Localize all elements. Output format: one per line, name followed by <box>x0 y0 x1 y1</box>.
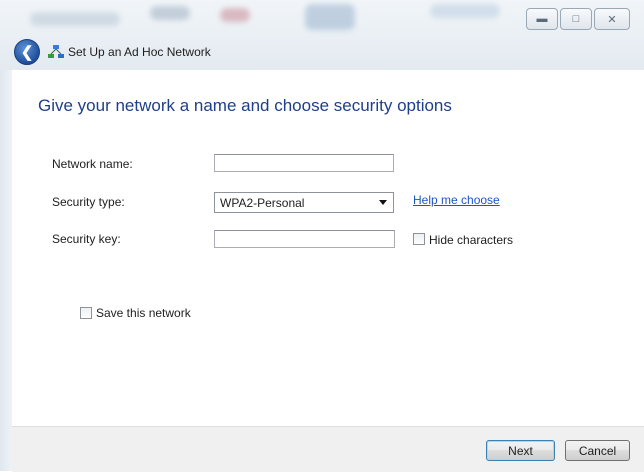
security-type-select[interactable]: WPA2-Personal <box>214 192 394 213</box>
window-controls: ▬ □ ✕ <box>526 8 630 30</box>
chevron-down-icon <box>379 200 387 205</box>
security-key-label: Security key: <box>52 232 121 246</box>
cancel-button[interactable]: Cancel <box>565 440 630 461</box>
next-button[interactable]: Next <box>486 440 555 461</box>
maximize-icon[interactable]: □ <box>560 8 592 30</box>
page-title: Give your network a name and choose secu… <box>38 96 452 115</box>
save-network-label: Save this network <box>96 306 191 320</box>
background-blur <box>220 8 250 22</box>
hide-characters-label: Hide characters <box>429 233 514 247</box>
security-type-label: Security type: <box>52 195 125 209</box>
minimize-icon[interactable]: ▬ <box>526 8 558 30</box>
back-arrow-icon[interactable]: ❮ <box>14 39 40 65</box>
hide-characters-checkbox[interactable] <box>413 233 425 245</box>
background-blur <box>305 4 355 30</box>
network-name-label: Network name: <box>52 157 133 171</box>
security-key-input[interactable] <box>214 230 395 248</box>
save-network-checkbox[interactable] <box>80 307 92 319</box>
security-type-value: WPA2-Personal <box>220 195 305 210</box>
network-icon <box>48 45 64 58</box>
background-blur <box>30 12 120 26</box>
close-icon[interactable]: ✕ <box>594 8 630 30</box>
network-name-input[interactable] <box>214 154 394 172</box>
content-pane <box>12 70 644 426</box>
background-blur <box>150 6 190 20</box>
help-me-choose-link[interactable]: Help me choose <box>413 193 500 207</box>
window-title-bar: ▬ □ ✕ ❮ Set Up an Ad Hoc Network <box>0 0 644 70</box>
background-blur <box>430 4 500 18</box>
window-title: Set Up an Ad Hoc Network <box>68 45 211 59</box>
window-left-edge <box>0 70 12 471</box>
